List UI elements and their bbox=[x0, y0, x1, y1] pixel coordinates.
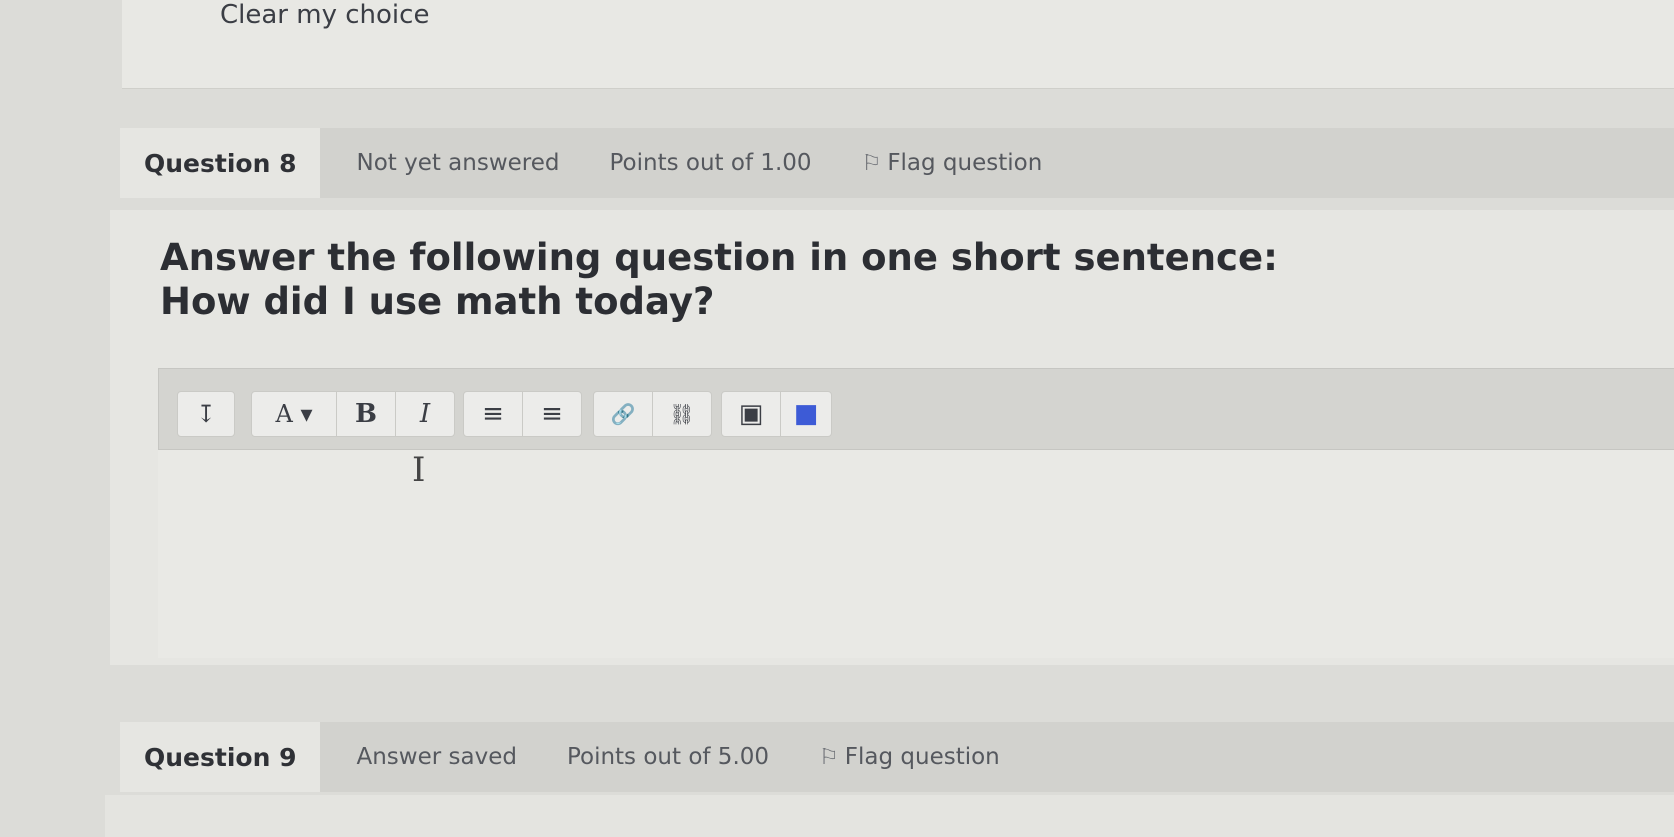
question-8-number: Question 8 bbox=[120, 128, 321, 198]
unlink-icon[interactable]: ⛓ bbox=[653, 392, 711, 436]
flag-icon: ⚐ bbox=[861, 150, 882, 176]
bullet-list-icon[interactable]: ≡ bbox=[464, 392, 523, 436]
clear-my-choice-link[interactable]: Clear my choice bbox=[220, 0, 429, 30]
flag-icon: ⚐ bbox=[819, 744, 839, 770]
numbered-list-icon[interactable]: ≡ bbox=[523, 392, 581, 436]
question-9-number: Question 9 bbox=[120, 722, 321, 792]
question-8-points: Points out of 1.00 bbox=[609, 150, 812, 176]
toolbar-group-links: 🔗 ⛓ bbox=[593, 391, 712, 437]
question-8-content: Answer the following question in one sho… bbox=[110, 210, 1674, 665]
editor-toolbar: ↧ A ▾ B I ≡ ≡ 🔗 ⛓ ▣ ■ bbox=[158, 368, 1674, 450]
question-8-flag-button[interactable]: ⚐ Flag question bbox=[862, 150, 1043, 176]
question-9-flag-button[interactable]: ⚐ Flag question bbox=[819, 744, 1000, 770]
italic-button[interactable]: I bbox=[396, 392, 454, 436]
link-icon[interactable]: 🔗 bbox=[594, 392, 653, 436]
toolbar-group-toggle: ↧ bbox=[177, 391, 235, 437]
toolbar-group-media: ▣ ■ bbox=[721, 391, 832, 437]
answer-editor[interactable] bbox=[158, 450, 1674, 658]
question-9-state: Answer saved bbox=[356, 744, 517, 770]
toolbar-group-lists: ≡ ≡ bbox=[463, 391, 582, 437]
question-9-content bbox=[105, 795, 1674, 837]
question-text-line-2: How did I use math today? bbox=[160, 280, 715, 323]
font-style-button[interactable]: A ▾ bbox=[252, 392, 337, 436]
media-icon[interactable]: ■ bbox=[781, 392, 831, 436]
flag-label: Flag question bbox=[844, 744, 1000, 770]
image-icon[interactable]: ▣ bbox=[722, 392, 781, 436]
bold-button[interactable]: B bbox=[337, 392, 396, 436]
question-8-info-bar: Question 8 Not yet answered Points out o… bbox=[120, 128, 1674, 198]
question-text-line-1: Answer the following question in one sho… bbox=[160, 236, 1278, 279]
flag-label: Flag question bbox=[887, 150, 1043, 176]
question-8-text: Answer the following question in one sho… bbox=[160, 236, 1410, 324]
question-9-points: Points out of 5.00 bbox=[566, 744, 770, 770]
toolbar-group-format: A ▾ B I bbox=[251, 391, 455, 437]
question-9-info-bar: Question 9 Answer saved Points out of 5.… bbox=[120, 722, 1674, 792]
question-8-state: Not yet answered bbox=[356, 150, 560, 176]
text-cursor-icon: I bbox=[412, 450, 426, 490]
toolbar-toggle-icon[interactable]: ↧ bbox=[178, 392, 234, 436]
quiz-page: Clear my choice Question 8 Not yet answe… bbox=[0, 0, 1674, 837]
